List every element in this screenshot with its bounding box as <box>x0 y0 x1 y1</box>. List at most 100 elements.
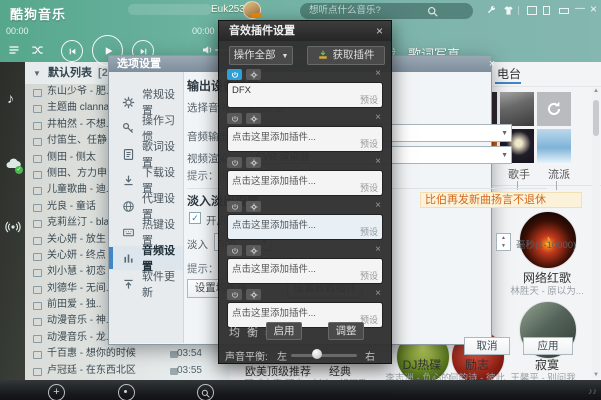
time-total: 00:00 <box>192 26 215 36</box>
settings-close-button[interactable]: × <box>485 58 499 70</box>
preset-link[interactable]: 预设 <box>360 269 378 282</box>
divider <box>518 6 519 15</box>
scrollbar-thumb[interactable] <box>593 100 599 136</box>
sidebar-item-hotkeys[interactable]: 热键设置 <box>109 220 183 244</box>
remove-plugin-icon[interactable]: × <box>375 244 381 255</box>
remove-plugin-icon[interactable]: × <box>375 112 381 123</box>
local-music-icon[interactable]: ♪ <box>7 90 14 106</box>
dock-icon[interactable] <box>543 6 550 18</box>
plugin-dialog-title[interactable]: 音效插件设置 <box>219 21 391 41</box>
active-tab-indicator <box>495 82 521 84</box>
gear-icon[interactable] <box>246 245 261 256</box>
adjust-eq-button[interactable]: 调整 <box>328 322 364 340</box>
song-icon <box>33 237 42 245</box>
tab-singer[interactable]: 歌手 <box>508 166 530 182</box>
plugin-field[interactable]: 点击这里添加插件... 预设 <box>227 258 383 284</box>
search-input[interactable]: 想听点什么音乐? <box>300 3 473 19</box>
scroll-down-icon[interactable]: ▼ <box>592 372 600 378</box>
cover-tile[interactable] <box>537 129 571 163</box>
sidebar-item-lyrics[interactable]: 歌词设置 <box>109 142 183 166</box>
preset-link[interactable]: 预设 <box>360 93 378 106</box>
balance-slider[interactable] <box>291 354 357 357</box>
news-headline-ticker[interactable]: 比伯再发新曲扬言不退休 <box>420 192 582 208</box>
plugin-field[interactable]: 点击这里添加插件... 预设 <box>227 126 383 152</box>
globe-icon <box>122 200 135 213</box>
close-button[interactable]: × <box>590 4 597 15</box>
tab-genre[interactable]: 流派 <box>548 166 570 182</box>
gear-icon[interactable] <box>246 201 261 212</box>
refresh-covers-button[interactable] <box>537 92 571 126</box>
plugin-close-button[interactable]: × <box>376 24 383 38</box>
remove-plugin-icon[interactable]: × <box>375 288 381 299</box>
gear-icon[interactable] <box>246 157 261 168</box>
song-icon <box>33 187 42 195</box>
search-songs-button[interactable] <box>197 384 214 400</box>
preset-link[interactable]: 预设 <box>360 225 378 238</box>
power-toggle-icon[interactable] <box>227 289 242 300</box>
sidebar-item-download[interactable]: 下载设置 <box>109 168 183 192</box>
search-icon[interactable] <box>427 6 438 17</box>
shuffle-icon[interactable] <box>31 44 44 56</box>
radio-broadcast-icon[interactable] <box>5 220 21 234</box>
balance-right-label: 右 <box>365 348 375 363</box>
list-item[interactable]: 千百惠 - 想你的时候03:54 <box>25 346 230 362</box>
collapse-caret-icon[interactable]: ▼ <box>33 69 41 78</box>
get-plugins-button[interactable]: 获取插件 <box>307 46 385 65</box>
tab-radio[interactable]: 电台 <box>497 65 521 82</box>
sidebar-item-update[interactable]: 软件更新 <box>109 272 183 296</box>
plugin-slot: × 点击这里添加插件... 预设 <box>227 245 383 284</box>
power-toggle-icon[interactable] <box>227 69 242 80</box>
fade-in-label: 淡入 <box>187 237 208 252</box>
add-song-button[interactable]: + <box>48 384 65 400</box>
fade-checkbox[interactable]: ✓ <box>189 212 201 224</box>
power-toggle-icon[interactable] <box>227 245 242 256</box>
gear-icon[interactable] <box>246 69 261 80</box>
plugin-field[interactable]: DFX 预设 <box>227 82 383 108</box>
song-icon <box>33 138 42 146</box>
cover-tile[interactable] <box>500 92 534 126</box>
operate-all-dropdown[interactable]: 操作全部 ▼ <box>229 46 293 65</box>
gear-icon[interactable] <box>246 289 261 300</box>
sidebar-item-audio[interactable]: 音频设置 <box>109 246 183 270</box>
side-rail: ♪ <box>0 62 25 380</box>
song-icon <box>33 204 42 212</box>
keyboard-icon <box>122 226 135 239</box>
list-item[interactable]: 卢冠廷 - 在东西北区03:55 <box>25 363 230 379</box>
scrollbar[interactable]: ▲ ▼ <box>592 88 600 378</box>
preset-link[interactable]: 预设 <box>360 137 378 150</box>
apply-button[interactable]: 应用 <box>523 337 573 355</box>
sidebar-item-habits[interactable]: 操作习惯 <box>109 116 183 140</box>
song-icon <box>33 318 42 326</box>
song-icon <box>33 335 42 343</box>
remove-plugin-icon[interactable]: × <box>375 156 381 167</box>
minimize-button[interactable]: — <box>575 3 585 14</box>
plugin-field[interactable]: 点击这里添加插件... 预设 <box>227 170 383 196</box>
power-toggle-icon[interactable] <box>227 113 242 124</box>
main-menu-icon[interactable] <box>559 6 569 17</box>
remove-plugin-icon[interactable]: × <box>375 68 381 79</box>
power-toggle-icon[interactable] <box>227 157 242 168</box>
scroll-up-icon[interactable]: ▲ <box>592 88 600 94</box>
previous-button[interactable] <box>61 40 83 62</box>
plugin-field[interactable]: 点击这里添加插件... 预设 <box>227 214 383 240</box>
preset-link[interactable]: 预设 <box>360 181 378 194</box>
fade-spinner[interactable]: ▲▼ <box>496 233 511 251</box>
mini-mode-icon[interactable] <box>527 6 537 18</box>
remove-plugin-icon[interactable]: × <box>375 200 381 211</box>
gear-icon <box>122 96 135 109</box>
app-logo: 酷狗音乐 <box>10 4 66 23</box>
power-toggle-icon[interactable] <box>227 201 242 212</box>
duration: 03:55 <box>177 363 202 379</box>
skin-shirt-icon[interactable] <box>503 5 514 19</box>
playlist-title: 默认列表 <box>48 67 92 79</box>
locate-button[interactable] <box>118 384 135 400</box>
cancel-button[interactable]: 取消 <box>464 337 510 355</box>
wrench-icon[interactable] <box>486 5 497 19</box>
balance-slider-thumb[interactable] <box>312 349 322 359</box>
song-icon <box>33 89 42 97</box>
gear-icon[interactable] <box>246 113 261 124</box>
playlist-icon[interactable] <box>8 44 20 56</box>
enable-eq-button[interactable]: 启用 <box>266 322 302 340</box>
sidebar-item-general[interactable]: 常规设置 <box>109 90 183 114</box>
sidebar-item-proxy[interactable]: 代理设置 <box>109 194 183 218</box>
